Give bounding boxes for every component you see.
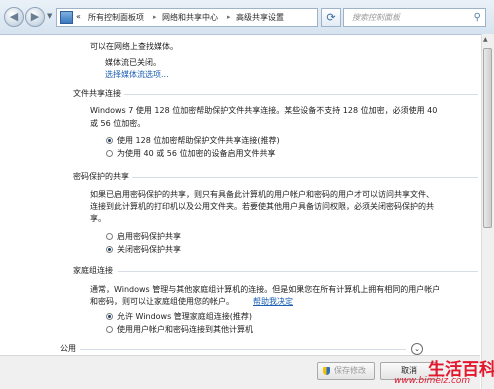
forward-button[interactable]: ▶: [25, 7, 45, 27]
back-button[interactable]: ◀: [4, 7, 24, 27]
breadcrumb-advanced-sharing-settings[interactable]: 高级共享设置: [236, 12, 284, 23]
scrollbar-thumb[interactable]: [483, 48, 492, 228]
search-input[interactable]: 搜索控制面板 ⚲: [343, 8, 486, 27]
radio-use-account-password-label[interactable]: 使用用户帐户和密码连接到其他计算机: [117, 324, 253, 335]
radio-windows-manage-homegroup[interactable]: [106, 313, 113, 320]
watermark-url: www.bimeiz.com: [394, 376, 471, 386]
file-sharing-desc-line1: Windows 7 使用 128 位加密帮助保护文件共享连接。某些设备不支持 1…: [90, 106, 438, 115]
breadcrumb-network-sharing-center[interactable]: 网络和共享中心: [162, 12, 218, 23]
radio-windows-manage-homegroup-label[interactable]: 允许 Windows 管理家庭组连接(推荐): [117, 311, 252, 322]
radio-disable-password-sharing[interactable]: [106, 246, 113, 253]
media-options-link[interactable]: 选择媒体流选项...: [105, 69, 169, 80]
radio-128bit-encryption[interactable]: [106, 137, 113, 144]
cancel-label: 取消: [401, 366, 417, 375]
breadcrumb[interactable]: « 所有控制面板项 ▸ 网络和共享中心 ▸ 高级共享设置: [56, 8, 318, 27]
radio-enable-password-sharing[interactable]: [106, 233, 113, 240]
section-divider: [124, 94, 478, 95]
save-changes-label: 保存修改: [334, 366, 366, 375]
file-sharing-title: 文件共享连接: [73, 89, 121, 98]
media-discovery-text: 可以在网络上查找媒体。: [90, 42, 178, 51]
chevron-right-icon[interactable]: ▸: [153, 13, 157, 21]
search-placeholder: 搜索控制面板: [352, 13, 400, 22]
radio-40-56bit-encryption[interactable]: [106, 150, 113, 157]
password-sharing-desc-line3: 享。: [90, 214, 106, 223]
search-icon[interactable]: ⚲: [474, 9, 481, 26]
refresh-button[interactable]: ⟳: [321, 8, 341, 27]
radio-disable-password-sharing-label[interactable]: 关闭密码保护共享: [117, 244, 181, 255]
settings-content: 可以在网络上查找媒体。 媒体流已关闭。 选择媒体流选项... 文件共享连接 Wi…: [0, 34, 480, 389]
section-divider: [80, 349, 406, 350]
section-divider: [132, 177, 478, 178]
media-status-text: 媒体流已关闭。: [105, 58, 161, 67]
help-me-decide-link[interactable]: 帮助我决定: [253, 296, 293, 307]
address-bar: ◀ ▶ ▼ « 所有控制面板项 ▸ 网络和共享中心 ▸ 高级共享设置 ⟳ 搜索控…: [0, 0, 494, 35]
section-divider: [118, 271, 478, 272]
chevron-right-icon[interactable]: ▸: [227, 13, 231, 21]
radio-enable-password-sharing-label[interactable]: 启用密码保护共享: [117, 231, 181, 242]
breadcrumb-all-control-panel-items[interactable]: 所有控制面板项: [88, 12, 144, 23]
uac-shield-icon: [323, 367, 330, 375]
homegroup-desc-line1: 通常，Windows 管理与其他家庭组计算机的连接。但是如果您在所有计算机上拥有…: [90, 285, 441, 294]
password-sharing-desc-line2: 连接到此计算机的打印机以及公用文件夹。若要使其他用户具备访问权限，必须关闭密码保…: [90, 202, 434, 211]
password-sharing-title: 密码保护的共享: [73, 172, 129, 181]
radio-use-account-password[interactable]: [106, 326, 113, 333]
recent-pages-dropdown-icon[interactable]: ▼: [47, 12, 52, 20]
window: ◀ ▶ ▼ « 所有控制面板项 ▸ 网络和共享中心 ▸ 高级共享设置 ⟳ 搜索控…: [0, 0, 494, 389]
control-panel-icon: [60, 11, 73, 24]
expand-public-profile-button[interactable]: ⌄: [411, 343, 423, 355]
save-changes-button[interactable]: 保存修改: [317, 362, 375, 380]
chevron-down-icon: ⌄: [414, 345, 420, 353]
forward-arrow-icon: ▶: [30, 10, 40, 23]
radio-128bit-encryption-label[interactable]: 使用 128 位加密帮助保护文件共享连接(推荐): [117, 135, 280, 146]
homegroup-title: 家庭组连接: [73, 266, 113, 275]
file-sharing-desc-line2: 或 56 位加密。: [90, 119, 146, 128]
radio-40-56bit-encryption-label[interactable]: 为使用 40 或 56 位加密的设备启用文件共享: [117, 148, 276, 159]
homegroup-desc-line2: 和密码，则可以让家庭组使用您的帐户。: [90, 297, 234, 306]
scroll-up-icon[interactable]: ▲: [483, 36, 488, 43]
refresh-icon: ⟳: [326, 11, 336, 24]
public-profile-title[interactable]: 公用: [60, 343, 76, 354]
breadcrumb-overflow[interactable]: «: [76, 12, 81, 21]
back-arrow-icon: ◀: [9, 10, 19, 23]
password-sharing-desc-line1: 如果已启用密码保护的共享，则只有具备此计算机的用户帐户和密码的用户才可以访问共享…: [90, 190, 434, 199]
